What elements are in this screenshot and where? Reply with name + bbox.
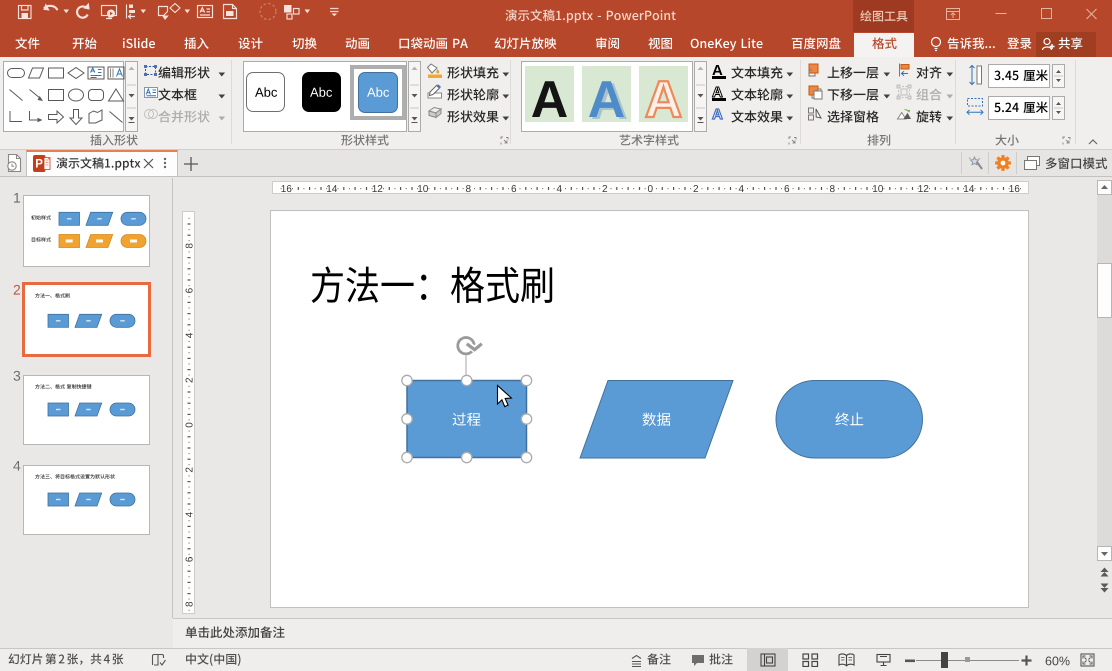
svg-text:P: P	[35, 159, 43, 171]
